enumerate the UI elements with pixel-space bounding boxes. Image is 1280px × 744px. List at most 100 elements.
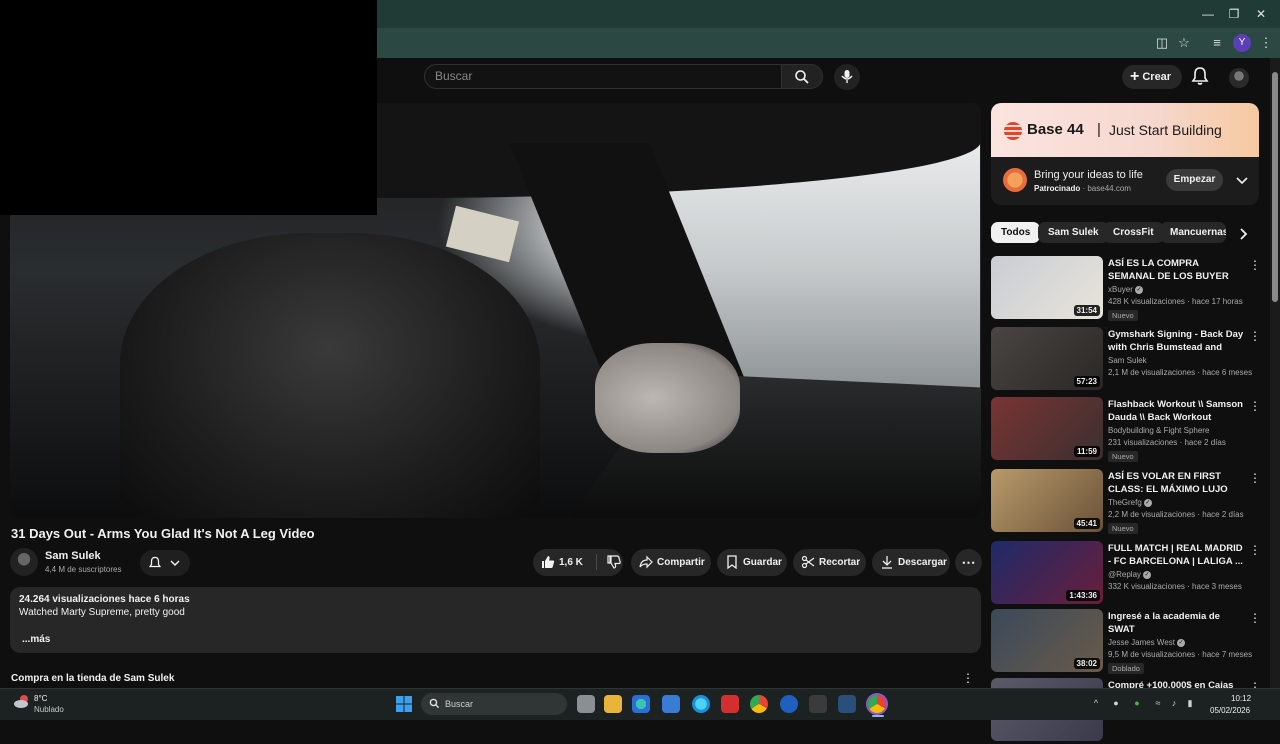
install-app-icon[interactable]: ◫ (1152, 33, 1172, 53)
create-button[interactable]: + Crear (1122, 65, 1182, 89)
account-avatar[interactable] (1229, 68, 1249, 88)
store-kebab-icon[interactable]: ⋮ (962, 671, 974, 685)
chevron-down-icon[interactable] (1233, 171, 1251, 189)
related-video-title[interactable]: Flashback Workout \\ Samson Dauda \\ Bac… (1108, 398, 1248, 424)
chrome-icon[interactable] (750, 695, 768, 713)
related-video-item[interactable]: 1:43:36 FULL MATCH | REAL MADRID - FC BAR… (991, 541, 1271, 607)
app-icon[interactable] (809, 695, 827, 713)
video-thumbnail[interactable]: 31:54 (991, 256, 1103, 319)
save-button[interactable]: Guardar (717, 549, 787, 576)
weather-temperature[interactable]: 8°C (34, 694, 47, 703)
related-video-channel[interactable]: xBuyer ✓ (1108, 285, 1143, 294)
chip-all[interactable]: Todos (991, 222, 1041, 243)
notifications-bell-icon[interactable] (1190, 66, 1210, 86)
video-thumbnail[interactable]: 11:59 (991, 397, 1103, 460)
related-video-channel[interactable]: Jesse James West ✓ (1108, 638, 1185, 647)
browser-profile-avatar[interactable]: Y (1233, 34, 1251, 52)
kebab-menu-icon[interactable]: ⋮ (1249, 612, 1261, 626)
clock-date[interactable]: 05/02/2026 (1210, 706, 1250, 715)
browser-menu-icon[interactable]: ⋮ (1256, 33, 1276, 53)
related-video-title[interactable]: FULL MATCH | REAL MADRID - FC BARCELONA … (1108, 542, 1248, 568)
related-video-item[interactable]: 31:54 ASÍ ES LA COMPRA SEMANAL DE LOS BUY… (991, 256, 1271, 322)
kebab-menu-icon[interactable]: ⋮ (1249, 330, 1261, 344)
verified-badge-icon: ✓ (1143, 570, 1152, 579)
verified-badge-icon: ✓ (1134, 285, 1143, 294)
task-view-icon[interactable] (577, 695, 595, 713)
video-thumbnail[interactable]: 38:02 (991, 609, 1103, 672)
volume-icon[interactable]: ♪ (1168, 697, 1180, 709)
voice-search-button[interactable] (834, 64, 860, 90)
kebab-menu-icon[interactable]: ⋮ (1249, 472, 1261, 486)
kebab-menu-icon[interactable]: ⋮ (1249, 259, 1261, 273)
edge-icon[interactable] (632, 695, 650, 713)
microphone-icon (841, 70, 853, 83)
taskbar-search[interactable]: Buscar (421, 693, 567, 715)
windows-start-icon[interactable] (396, 696, 412, 712)
related-video-title[interactable]: Gymshark Signing - Back Day with Chris B… (1108, 328, 1248, 354)
thumbs-down-icon (607, 555, 622, 569)
related-video-channel[interactable]: @Replay ✓ (1108, 570, 1152, 579)
subscription-notifications-button[interactable] (140, 550, 190, 576)
weather-cloudy-icon[interactable] (13, 693, 31, 709)
related-video-item[interactable]: 45:41 ASÍ ES VOLAR EN FIRST CLASS: EL MÁX… (991, 469, 1271, 535)
show-more-link[interactable]: ...más (22, 634, 50, 645)
taskbar-search-label: Buscar (445, 699, 474, 709)
related-video-item[interactable]: 57:23 Gymshark Signing - Back Day with Ch… (991, 327, 1271, 393)
clip-button[interactable]: Recortar (793, 549, 866, 576)
like-button[interactable]: 1,6 K (541, 556, 583, 569)
related-video-badge: Nuevo (1108, 451, 1138, 462)
related-video-channel[interactable]: TheGrefg ✓ (1108, 498, 1152, 507)
channel-avatar[interactable] (10, 548, 38, 576)
advertiser-avatar[interactable] (1003, 168, 1027, 192)
chip-dumbbells[interactable]: Mancuernas (1160, 222, 1226, 243)
more-actions-icon[interactable]: ⋯ (955, 549, 982, 576)
chip-crossfit[interactable]: CrossFit (1103, 222, 1164, 243)
media-control-icon[interactable]: ≡ (1207, 33, 1227, 53)
related-video-channel[interactable]: Bodybuilding & Fight Sphere (1108, 426, 1209, 435)
kebab-menu-icon[interactable]: ⋮ (1249, 400, 1261, 414)
search-input[interactable]: Buscar (424, 64, 782, 89)
show-hidden-icons-icon[interactable]: ^ (1090, 697, 1102, 709)
download-button[interactable]: Descargar (872, 549, 950, 576)
copilot-icon[interactable] (692, 695, 710, 713)
search-button[interactable] (781, 64, 823, 89)
chrome-profile-icon[interactable] (868, 695, 886, 713)
chip-sam-sulek[interactable]: Sam Sulek (1038, 222, 1109, 243)
related-video-title[interactable]: ASÍ ES VOLAR EN FIRST CLASS: EL MÁXIMO L… (1108, 470, 1248, 496)
battery-icon[interactable]: ▮ (1184, 697, 1196, 709)
hp-icon[interactable] (780, 695, 798, 713)
mcafee-icon[interactable] (721, 695, 739, 713)
bookmark-star-icon[interactable]: ☆ (1174, 33, 1194, 53)
store-section-title: Compra en la tienda de Sam Sulek (11, 673, 175, 684)
related-video-channel[interactable]: Sam Sulek (1108, 356, 1147, 365)
wifi-icon[interactable]: ≈ (1152, 697, 1164, 709)
video-thumbnail[interactable]: 57:23 (991, 327, 1103, 390)
video-thumbnail[interactable]: 1:43:36 (991, 541, 1103, 604)
ad-cta-button[interactable]: Empezar (1166, 169, 1223, 191)
clock-time[interactable]: 10:12 (1231, 694, 1251, 703)
ad-sponsor-line: Patrocinado · base44.com (1034, 184, 1131, 193)
related-video-title[interactable]: Ingresé a la academia de SWAT (1108, 610, 1248, 636)
store-icon[interactable] (662, 695, 680, 713)
video-thumbnail[interactable]: 45:41 (991, 469, 1103, 532)
ad-headline[interactable]: Bring your ideas to life (1034, 169, 1143, 181)
related-video-title[interactable]: ASÍ ES LA COMPRA SEMANAL DE LOS BUYER (1108, 257, 1248, 283)
kebab-menu-icon[interactable]: ⋮ (1249, 544, 1261, 558)
dislike-button[interactable] (607, 555, 625, 569)
media-app-icon[interactable] (838, 695, 856, 713)
related-video-badge: Nuevo (1108, 310, 1138, 321)
tray-app-icon[interactable]: ● (1110, 697, 1122, 709)
scrollbar-thumb[interactable] (1272, 72, 1278, 302)
related-video-item[interactable]: 38:02 Ingresé a la academia de SWAT Jesse … (991, 609, 1271, 675)
search-icon (429, 698, 440, 709)
ad-domain: base44.com (1087, 184, 1131, 193)
close-icon[interactable]: ✕ (1246, 4, 1276, 24)
chevron-right-icon[interactable] (1234, 225, 1252, 243)
share-button[interactable]: Compartir (631, 549, 711, 576)
file-explorer-icon[interactable] (604, 695, 622, 713)
maximize-icon[interactable]: ❐ (1219, 4, 1249, 24)
channel-name[interactable]: Sam Sulek (45, 550, 101, 562)
microphone-tray-icon[interactable]: ● (1131, 697, 1143, 709)
related-video-item[interactable]: 11:59 Flashback Workout \\ Samson Dauda \… (991, 397, 1271, 463)
weather-description[interactable]: Nublado (34, 705, 64, 714)
